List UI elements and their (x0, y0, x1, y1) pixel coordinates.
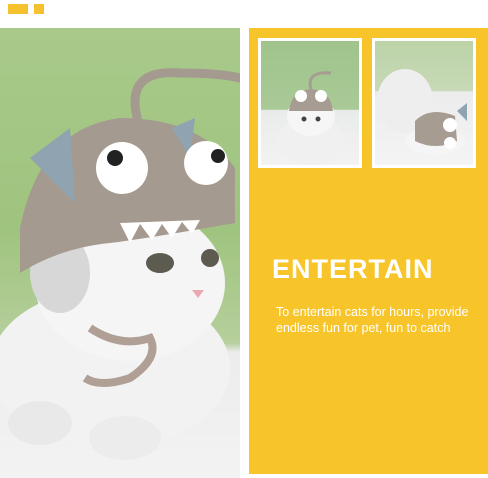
cat-thumbnail-illustration (277, 71, 345, 165)
panel-headline: ENTERTAIN (272, 254, 434, 284)
thumbnail-photo-1 (258, 38, 362, 168)
decorative-square (8, 4, 28, 14)
thumbnail-photo-2 (372, 38, 476, 168)
cat-illustration (0, 68, 240, 460)
decorative-square (34, 4, 44, 14)
panel-description: To entertain cats for hours, provide end… (276, 305, 469, 335)
cat-thumbnail-illustration (377, 69, 467, 155)
hero-photo (0, 28, 240, 478)
